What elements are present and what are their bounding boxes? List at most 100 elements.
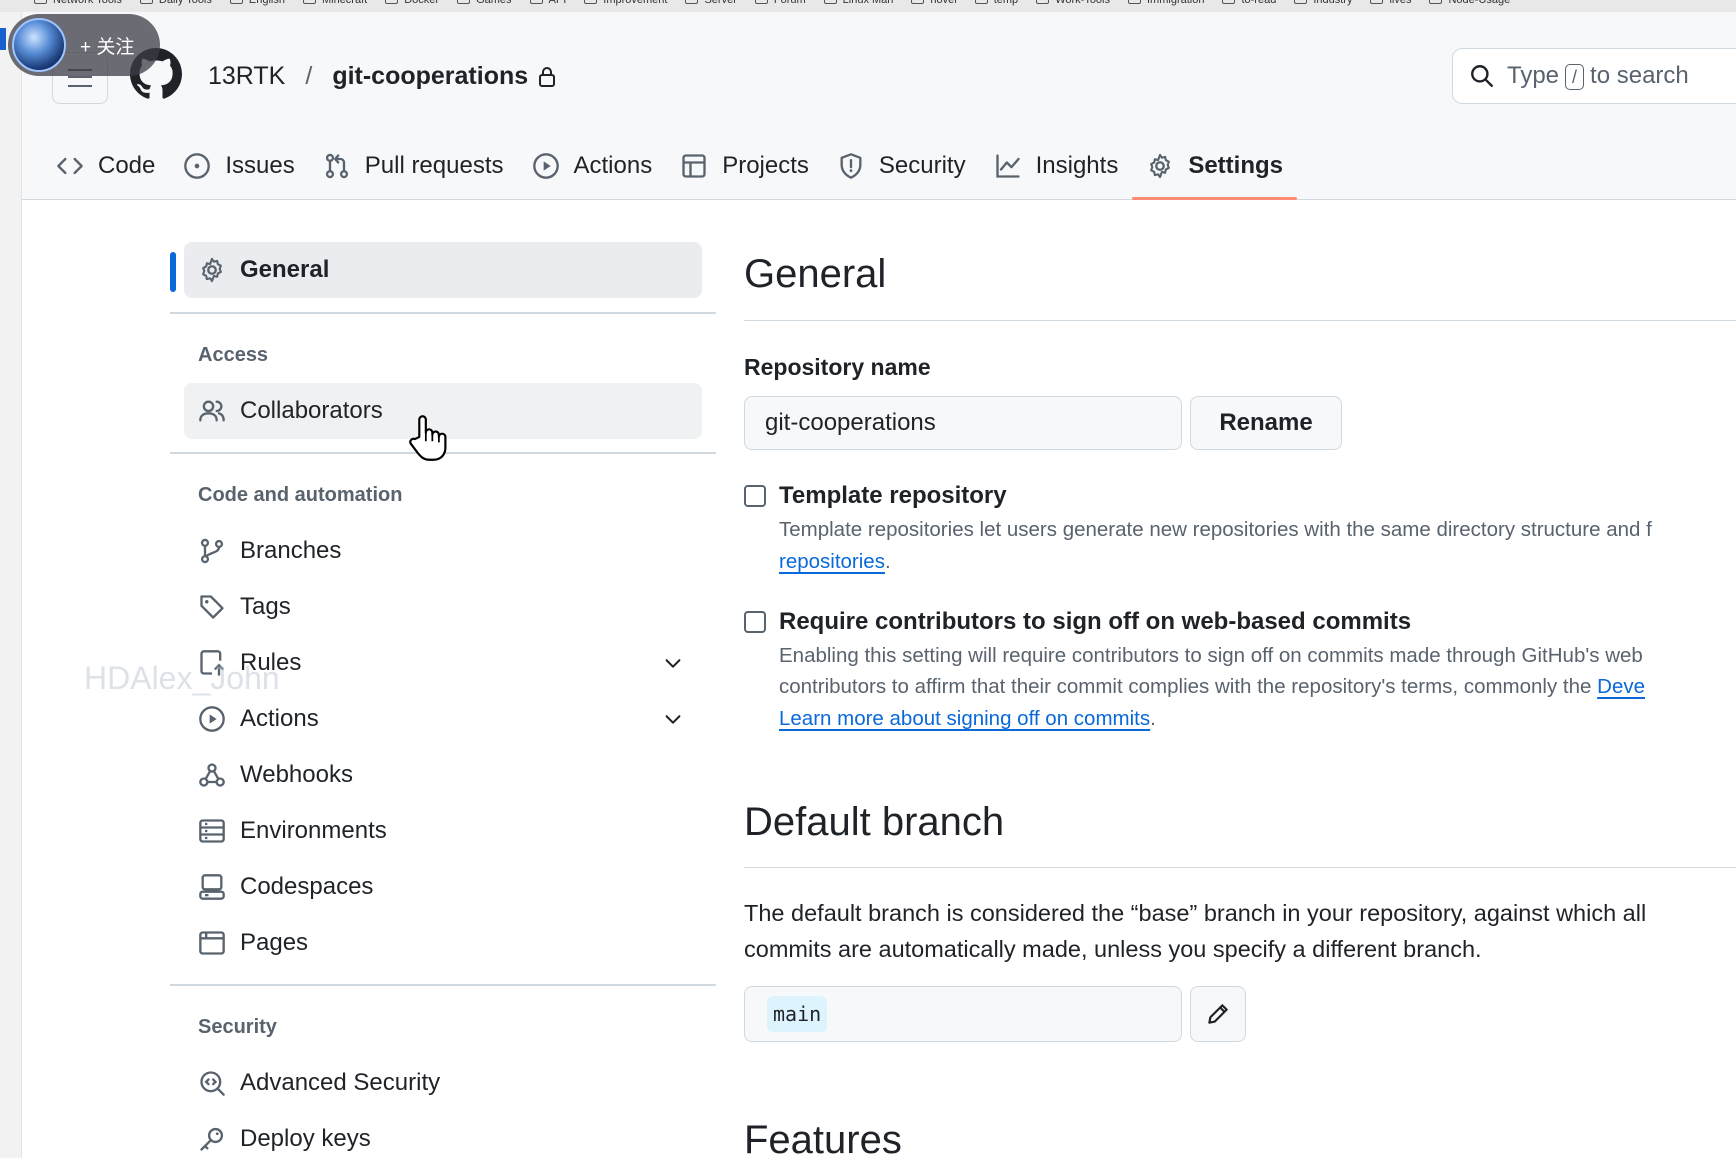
tab-actions[interactable]: Actions: [518, 132, 667, 200]
bookmark-item[interactable]: Network Tools: [34, 0, 122, 12]
template-repo-checkbox[interactable]: [744, 485, 766, 507]
branch-name-tag: main: [767, 996, 828, 1032]
server-icon: [199, 819, 225, 843]
tab-pull-requests[interactable]: Pull requests: [309, 132, 518, 200]
repo-name-label: Repository name: [744, 354, 931, 380]
bookmark-label: API: [548, 0, 567, 6]
bookmark-item[interactable]: API: [529, 0, 567, 12]
sidebar-item-tags[interactable]: Tags: [184, 579, 702, 635]
search-input[interactable]: Type / to search: [1452, 48, 1736, 104]
tab-label: Projects: [722, 152, 809, 179]
sidebar-item-general[interactable]: General: [184, 242, 702, 298]
sidebar-item-environments[interactable]: Environments: [184, 803, 702, 859]
git-pull-request-icon: [325, 153, 348, 179]
folder-icon: [584, 0, 598, 4]
default-branch-field: main: [744, 986, 1182, 1042]
bookmark-label: Industry: [1313, 0, 1353, 6]
tab-projects[interactable]: Projects: [666, 132, 823, 200]
bookmark-label: temp: [993, 0, 1019, 6]
sidebar-item-branches[interactable]: Branches: [184, 523, 702, 579]
bookmark-item[interactable]: Immigration: [1128, 0, 1204, 12]
folder-icon: [1370, 0, 1384, 4]
bookmark-label: Server: [704, 0, 737, 6]
sidebar-item-label: Environments: [240, 817, 387, 844]
sidebar-item-pages[interactable]: Pages: [184, 915, 702, 971]
bookmark-item[interactable]: Forum: [754, 0, 806, 12]
bookmark-item[interactable]: temp: [974, 0, 1019, 12]
bookmark-item[interactable]: Node-Usage: [1429, 0, 1510, 12]
tab-label: Issues: [225, 152, 295, 179]
sidebar-item-label: Tags: [240, 593, 291, 620]
chevron-down-icon[interactable]: [662, 708, 684, 730]
template-repo-desc: Template repositories let users generate…: [779, 518, 1652, 541]
tab-label: Code: [98, 152, 156, 179]
people-icon: [199, 400, 225, 422]
play-icon: [532, 153, 559, 179]
tab-settings[interactable]: Settings: [1132, 132, 1297, 200]
sidebar-item-deploy-keys[interactable]: Deploy keys: [184, 1111, 702, 1158]
sidebar-item-webhooks[interactable]: Webhooks: [184, 747, 702, 803]
rename-button[interactable]: Rename: [1190, 396, 1342, 450]
lock-icon: [539, 66, 556, 87]
follow-overlay[interactable]: + 关注: [8, 14, 160, 76]
bookmark-item[interactable]: Work-Tools: [1036, 0, 1110, 12]
section-divider: [744, 320, 1736, 321]
tab-code[interactable]: Code: [42, 132, 169, 200]
sidebar-divider: [170, 984, 716, 986]
bookmark-label: Immigration: [1147, 0, 1205, 6]
shield-icon: [840, 153, 862, 179]
edit-branch-button[interactable]: [1190, 986, 1246, 1042]
tab-label: Settings: [1188, 152, 1284, 179]
sidebar-item-label: Advanced Security: [240, 1069, 441, 1096]
bookmark-item[interactable]: Industry: [1294, 0, 1352, 12]
sidebar-item-label: Collaborators: [240, 397, 383, 424]
repo-name-link[interactable]: git-cooperations: [332, 62, 528, 91]
folder-icon: [1294, 0, 1308, 4]
signoff-desc-line2: contributors to affirm that their commit…: [779, 675, 1645, 698]
folder-icon: [529, 0, 543, 4]
bookmark-item[interactable]: lives: [1370, 0, 1411, 12]
tag-icon: [200, 595, 224, 619]
graph-icon: [995, 154, 1020, 178]
tab-label: Pull requests: [364, 152, 504, 179]
repositories-link[interactable]: repositories: [779, 550, 885, 573]
default-branch-desc: The default branch is considered the “ba…: [744, 900, 1647, 926]
bookmark-item[interactable]: Linux Man: [823, 0, 893, 12]
chevron-down-icon[interactable]: [662, 652, 684, 674]
sidebar-item-actions[interactable]: Actions: [184, 691, 702, 747]
bookmark-item[interactable]: Games: [457, 0, 512, 12]
bookmark-item[interactable]: Minecraft: [302, 0, 367, 12]
repo-owner-link[interactable]: 13RTK: [208, 62, 285, 91]
sidebar-item-codespaces[interactable]: Codespaces: [184, 859, 702, 915]
bookmark-label: Daily Tools: [158, 0, 212, 6]
bookmark-item[interactable]: Server: [685, 0, 737, 12]
sidebar-item-label: Branches: [240, 537, 342, 564]
signoff-checkbox[interactable]: [744, 611, 766, 633]
pencil-icon: [1208, 1004, 1228, 1024]
sidebar-item-label: Deploy keys: [240, 1125, 371, 1152]
bookmark-item[interactable]: to-read: [1222, 0, 1276, 12]
bookmark-item[interactable]: Improvement: [584, 0, 667, 12]
tab-security[interactable]: Security: [823, 132, 980, 200]
tab-insights[interactable]: Insights: [980, 132, 1133, 200]
webhook-icon: [199, 763, 225, 787]
learn-more-link[interactable]: Learn more about signing off on commits: [779, 707, 1150, 730]
sidebar-item-label: Pages: [240, 929, 309, 956]
developer-certificate-link[interactable]: Deve: [1597, 675, 1645, 698]
repo-name-input[interactable]: git-cooperations: [744, 396, 1182, 450]
sidebar-item-label: Codespaces: [240, 873, 374, 900]
git-branch-icon: [200, 538, 224, 564]
bookmark-item[interactable]: novel: [911, 0, 957, 12]
sidebar-item-advanced-security[interactable]: Advanced Security: [184, 1055, 702, 1111]
sidebar-item-label: Actions: [240, 705, 319, 732]
sidebar-item-label: General: [240, 256, 330, 283]
sidebar-heading-access: Access: [198, 344, 269, 366]
browser-side-gutter: [0, 12, 22, 1158]
tab-issues[interactable]: Issues: [169, 132, 308, 200]
bookmark-item[interactable]: English: [229, 0, 285, 12]
bookmark-label: lives: [1389, 0, 1412, 6]
bookmark-item[interactable]: Docker: [385, 0, 439, 12]
follow-label[interactable]: + 关注: [80, 32, 134, 59]
folder-icon: [385, 0, 399, 4]
bookmark-item[interactable]: Daily Tools: [139, 0, 212, 12]
